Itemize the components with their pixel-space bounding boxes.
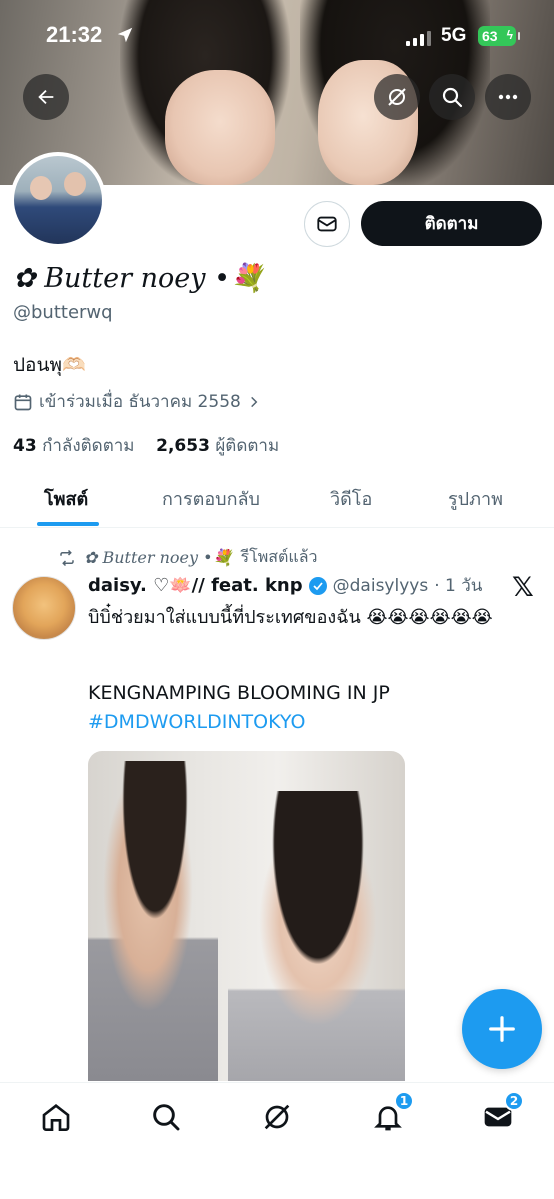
repost-suffix: รีโพสต์แล้ว: [240, 547, 318, 566]
search-button[interactable]: [429, 74, 475, 120]
following-count: 43: [13, 436, 37, 456]
post-text: บิบิ๋ช่วยมาใส่แบบนี้ที่ประเทศของฉัน 😭😭😭😭…: [88, 607, 493, 628]
nav-home[interactable]: [36, 1097, 76, 1137]
more-button[interactable]: [485, 74, 531, 120]
compose-button[interactable]: [462, 989, 542, 1069]
grok-button[interactable]: [374, 74, 420, 120]
post-author-name[interactable]: daisy. ♡🪷// feat. knp: [88, 575, 303, 596]
verified-badge-icon: [308, 576, 327, 595]
post-author-avatar[interactable]: [12, 576, 76, 640]
following-link[interactable]: 43 กำลังติดตาม: [13, 436, 135, 456]
profile-tabs: โพสต์ การตอบกลับ วิดีโอ รูปภาพ: [0, 470, 554, 528]
media-person-right: [228, 791, 405, 1081]
followers-label: ผู้ติดตาม: [215, 436, 280, 456]
status-bar: 21:32 5G 63 ϟ: [0, 0, 554, 74]
repost-indicator: ✿ Butter noey •💐 รีโพสต์แล้ว: [58, 545, 318, 570]
battery-level: 63: [482, 28, 498, 44]
x-logo-icon: 𝕏: [512, 572, 534, 603]
active-tab-indicator: [37, 522, 99, 526]
location-arrow-icon: [117, 27, 133, 43]
followers-count: 2,653: [156, 436, 210, 456]
follow-button[interactable]: ติดตาม: [361, 201, 542, 246]
search-icon: [442, 87, 463, 108]
join-date[interactable]: เข้าร่วมเมื่อ ธันวาคม 2558: [13, 388, 261, 415]
network-type: 5G: [441, 25, 467, 46]
avatar-image: [14, 156, 102, 244]
tab-photos[interactable]: รูปภาพ: [448, 484, 503, 513]
profile-avatar[interactable]: [10, 152, 106, 248]
post-hashtag[interactable]: #DMDWORLDINTOKYO: [88, 711, 305, 733]
nav-grok[interactable]: [257, 1097, 297, 1137]
nav-messages[interactable]: 2: [478, 1091, 524, 1137]
tab-replies[interactable]: การตอบกลับ: [162, 484, 260, 513]
following-label: กำลังติดตาม: [42, 436, 135, 456]
media-person-left: [88, 761, 218, 1081]
grok-icon: [264, 1104, 290, 1130]
display-name: ✿ Butter noey •💐: [13, 263, 264, 294]
battery-indicator: 63 ϟ: [478, 26, 520, 46]
tab-videos[interactable]: วิดีโอ: [330, 484, 372, 513]
back-arrow-icon: [38, 89, 54, 105]
post-author-handle[interactable]: @daisylyys: [333, 576, 429, 596]
post-header: daisy. ♡🪷// feat. knp @daisylyys · 1 วัน: [88, 572, 482, 599]
charging-bolt-icon: ϟ: [506, 28, 513, 42]
post-media-image[interactable]: [88, 751, 405, 1081]
bottom-navigation: 1 2: [0, 1082, 554, 1199]
post-time: · 1 วัน: [434, 576, 483, 596]
back-button[interactable]: [23, 74, 69, 120]
more-icon: [498, 94, 518, 100]
status-time: 21:32: [46, 22, 103, 47]
messages-badge: 2: [504, 1091, 524, 1111]
plus-icon: [489, 1016, 515, 1042]
join-date-text: เข้าร่วมเมื่อ ธันวาคม 2558: [39, 392, 241, 412]
home-icon: [42, 1103, 70, 1131]
signal-bars-icon: [406, 30, 431, 46]
banner-face-left: [165, 70, 275, 185]
tab-posts[interactable]: โพสต์: [44, 484, 88, 513]
profile-bio: ปอนพุ🫶🏻: [13, 354, 86, 376]
search-icon: [153, 1104, 180, 1131]
repost-by[interactable]: ✿ Butter noey •💐: [84, 548, 233, 567]
nav-search[interactable]: [146, 1097, 186, 1137]
message-button[interactable]: [304, 201, 350, 247]
envelope-icon: [317, 216, 337, 232]
calendar-icon: [14, 394, 32, 410]
grok-icon: [388, 88, 406, 106]
repost-icon: [60, 549, 74, 566]
chevron-right-icon: [250, 396, 258, 407]
follow-counts: 43 กำลังติดตาม 2,653 ผู้ติดตาม: [13, 432, 279, 459]
notifications-badge: 1: [394, 1091, 414, 1111]
post-text-line2: KENGNAMPING BLOOMING IN JP: [88, 682, 390, 704]
followers-link[interactable]: 2,653 ผู้ติดตาม: [156, 436, 279, 456]
nav-notifications[interactable]: 1: [368, 1091, 414, 1137]
profile-handle: @butterwq: [13, 302, 113, 323]
